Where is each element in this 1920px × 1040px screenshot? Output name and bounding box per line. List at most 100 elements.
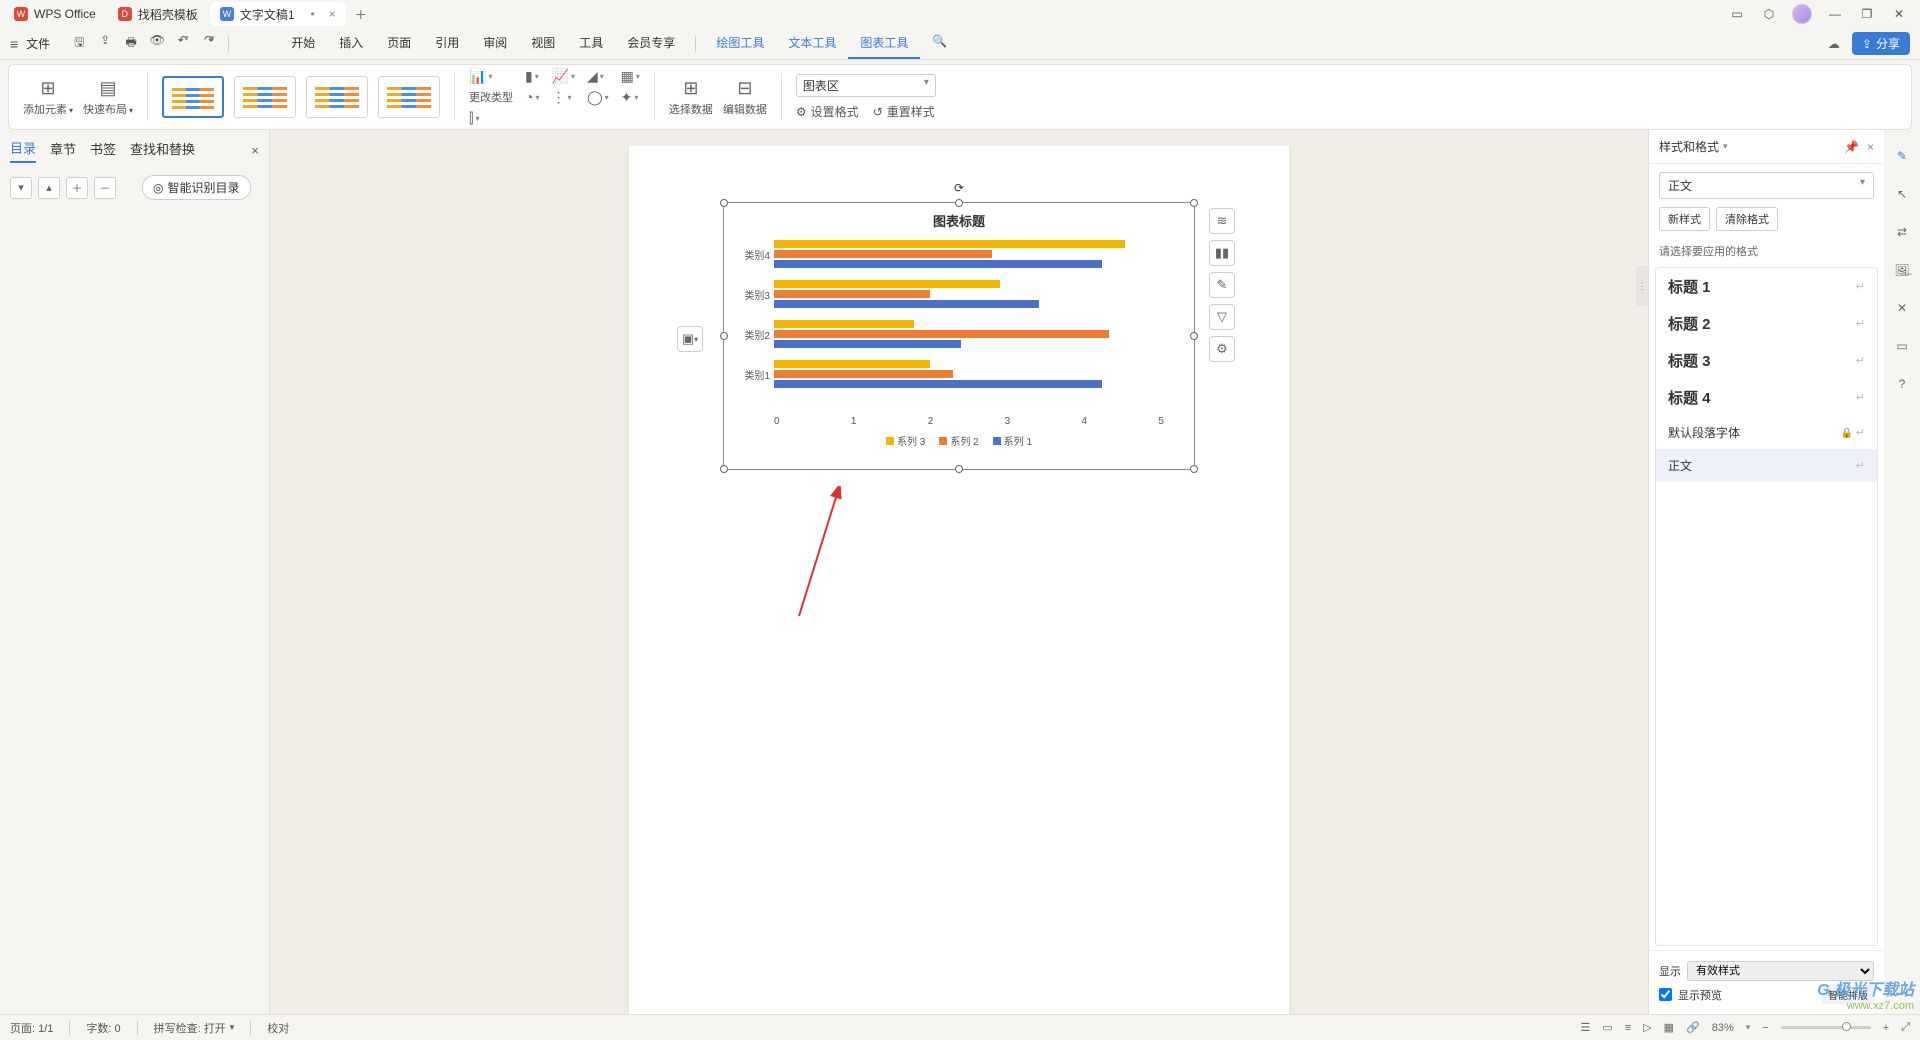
style-thumb-4[interactable] bbox=[378, 76, 440, 118]
print-preview-icon[interactable]: 👁 bbox=[148, 33, 166, 54]
chart-scatter-icon[interactable]: ⋮▾ bbox=[552, 89, 575, 106]
bar[interactable] bbox=[774, 300, 1039, 308]
window-minimize-icon[interactable]: — bbox=[1826, 5, 1844, 23]
reset-style-button[interactable]: ↺重置样式 bbox=[873, 103, 935, 120]
new-style-button[interactable]: 新样式 bbox=[1659, 207, 1710, 231]
tab-template[interactable]: D 找稻壳模板 bbox=[108, 2, 208, 26]
tab-start[interactable]: 开始 bbox=[279, 28, 327, 59]
bar[interactable] bbox=[774, 340, 961, 348]
rail-read-icon[interactable]: ▭ bbox=[1892, 336, 1912, 356]
status-spell[interactable]: 拼写检查: 打开 ▾ bbox=[154, 1020, 235, 1036]
fit-icon[interactable]: ⤢ bbox=[1901, 1021, 1910, 1034]
chart-object[interactable]: ⟳ 图表标题 类别4类别3类别2类别1 012345 系列 3系列 2系列 1 bbox=[723, 202, 1195, 470]
chart-radar-icon[interactable]: ✦▾ bbox=[621, 89, 640, 106]
undo-icon[interactable]: ↶▾ bbox=[174, 33, 192, 54]
chart-line-icon[interactable]: 📈▾ bbox=[552, 68, 575, 85]
tab-wps-office[interactable]: W WPS Office bbox=[4, 2, 106, 26]
view-link-icon[interactable]: 🔗 bbox=[1686, 1021, 1700, 1034]
pin-icon[interactable]: 📌 bbox=[1844, 140, 1859, 154]
document-canvas[interactable]: ⟳ 图表标题 类别4类别3类别2类别1 012345 系列 3系列 2系列 1 … bbox=[270, 130, 1648, 1014]
style-thumb-3[interactable] bbox=[306, 76, 368, 118]
nav-up-button[interactable]: ▴ bbox=[38, 177, 60, 199]
nav-minus-button[interactable]: － bbox=[94, 177, 116, 199]
chart-elements-icon[interactable]: ≋ bbox=[1209, 208, 1235, 234]
zoom-in-icon[interactable]: + bbox=[1883, 1022, 1889, 1034]
chart-edit-icon[interactable]: ✎ bbox=[1209, 272, 1235, 298]
bar[interactable] bbox=[774, 260, 1102, 268]
panel-minimize-icon[interactable]: — bbox=[1900, 266, 1912, 280]
resize-handle[interactable] bbox=[1190, 199, 1198, 207]
change-type-button[interactable]: 更改类型 bbox=[469, 89, 513, 106]
status-proof[interactable]: 校对 bbox=[267, 1020, 289, 1036]
tab-chart-tools[interactable]: 图表工具 bbox=[848, 28, 920, 59]
legend-item[interactable]: 系列 2 bbox=[939, 433, 978, 448]
chart-pie-icon[interactable]: ◔▾ bbox=[525, 89, 539, 106]
tab-insert[interactable]: 插入 bbox=[327, 28, 375, 59]
smart-layout-button[interactable]: 智能排版 bbox=[1822, 985, 1874, 1004]
save-icon[interactable]: 🖫 bbox=[70, 33, 88, 54]
nav-tab-find[interactable]: 查找和替换 bbox=[130, 139, 195, 162]
current-style-select[interactable]: 正文 bbox=[1659, 172, 1874, 199]
tab-review[interactable]: 审阅 bbox=[471, 28, 519, 59]
style-item[interactable]: 默认段落字体↵ bbox=[1656, 416, 1877, 449]
tab-view[interactable]: 视图 bbox=[519, 28, 567, 59]
tab-page[interactable]: 页面 bbox=[375, 28, 423, 59]
nav-tab-bookmark[interactable]: 书签 bbox=[90, 139, 116, 162]
nav-plus-button[interactable]: ＋ bbox=[66, 177, 88, 199]
zoom-out-icon[interactable]: − bbox=[1762, 1022, 1768, 1034]
hamburger-icon[interactable]: ≡ bbox=[10, 36, 18, 52]
resize-handle[interactable] bbox=[1190, 332, 1198, 340]
style-thumb-2[interactable] bbox=[234, 76, 296, 118]
avatar[interactable] bbox=[1792, 4, 1812, 24]
chart-stock-icon[interactable]: ⫿▾ bbox=[469, 110, 513, 127]
rotate-handle[interactable]: ⟳ bbox=[954, 181, 964, 191]
chart-styles-icon[interactable]: ▮▮ bbox=[1209, 240, 1235, 266]
view-web-icon[interactable]: ▦ bbox=[1664, 1021, 1674, 1034]
bar[interactable] bbox=[774, 330, 1109, 338]
legend-item[interactable]: 系列 1 bbox=[993, 433, 1032, 448]
legend-item[interactable]: 系列 3 bbox=[886, 433, 925, 448]
bar[interactable] bbox=[774, 280, 1000, 288]
cube-icon[interactable]: ⬡ bbox=[1760, 5, 1778, 23]
bar[interactable] bbox=[774, 240, 1125, 248]
style-item[interactable]: 标题 3↵ bbox=[1656, 342, 1877, 379]
rail-format-icon[interactable]: ✎ bbox=[1892, 146, 1912, 166]
chart-settings-icon[interactable]: ⚙ bbox=[1209, 336, 1235, 362]
zoom-slider[interactable] bbox=[1781, 1026, 1871, 1029]
smart-toc-button[interactable]: ◎智能识别目录 bbox=[142, 175, 251, 200]
tab-reference[interactable]: 引用 bbox=[423, 28, 471, 59]
style-item[interactable]: 标题 2↵ bbox=[1656, 305, 1877, 342]
set-format-button[interactable]: ⚙设置格式 bbox=[796, 103, 859, 120]
view-menu-icon[interactable]: ☰ bbox=[1580, 1021, 1590, 1034]
select-data-button[interactable]: ⊞选择数据 bbox=[669, 78, 713, 117]
panel-close-icon[interactable]: × bbox=[1867, 140, 1874, 154]
status-words[interactable]: 字数: 0 bbox=[86, 1020, 120, 1036]
resize-handle[interactable] bbox=[720, 465, 728, 473]
export-icon[interactable]: ⇪ bbox=[96, 33, 114, 54]
chart-plot-area[interactable]: 类别4类别3类别2类别1 bbox=[774, 234, 1164, 414]
resize-handle[interactable] bbox=[720, 332, 728, 340]
nav-down-button[interactable]: ▾ bbox=[10, 177, 32, 199]
quick-layout-button[interactable]: ▤ 快速布局▾ bbox=[83, 78, 133, 117]
resize-handle[interactable] bbox=[955, 199, 963, 207]
layout-options-icon[interactable]: ▣▾ bbox=[677, 326, 703, 352]
resize-handle[interactable] bbox=[720, 199, 728, 207]
file-menu[interactable]: 文件 bbox=[26, 35, 50, 52]
tab-close-icon[interactable]: × bbox=[329, 7, 336, 21]
rail-select-icon[interactable]: ↖ bbox=[1892, 184, 1912, 204]
resize-handle[interactable] bbox=[1190, 465, 1198, 473]
rail-help-icon[interactable]: ? bbox=[1892, 374, 1912, 394]
tab-text-tools[interactable]: 文本工具 bbox=[776, 28, 848, 59]
bar[interactable] bbox=[774, 380, 1102, 388]
status-page[interactable]: 页面: 1/1 bbox=[10, 1020, 53, 1036]
bar[interactable] bbox=[774, 370, 953, 378]
cloud-icon[interactable]: ☁ bbox=[1828, 37, 1840, 51]
chart-filter-icon[interactable]: ▽ bbox=[1209, 304, 1235, 330]
rail-tools-icon[interactable]: ✕ bbox=[1892, 298, 1912, 318]
view-page-icon[interactable]: ▭ bbox=[1602, 1021, 1612, 1034]
style-item[interactable]: 正文↵ bbox=[1656, 449, 1877, 482]
chart-legend[interactable]: 系列 3 系列 2 系列 1 bbox=[724, 433, 1194, 448]
share-button[interactable]: ⇪分享 bbox=[1852, 32, 1910, 55]
chart-bar-icon[interactable]: 📊▾ bbox=[469, 68, 513, 85]
chart-combo-icon[interactable]: ▦▾ bbox=[621, 68, 640, 85]
